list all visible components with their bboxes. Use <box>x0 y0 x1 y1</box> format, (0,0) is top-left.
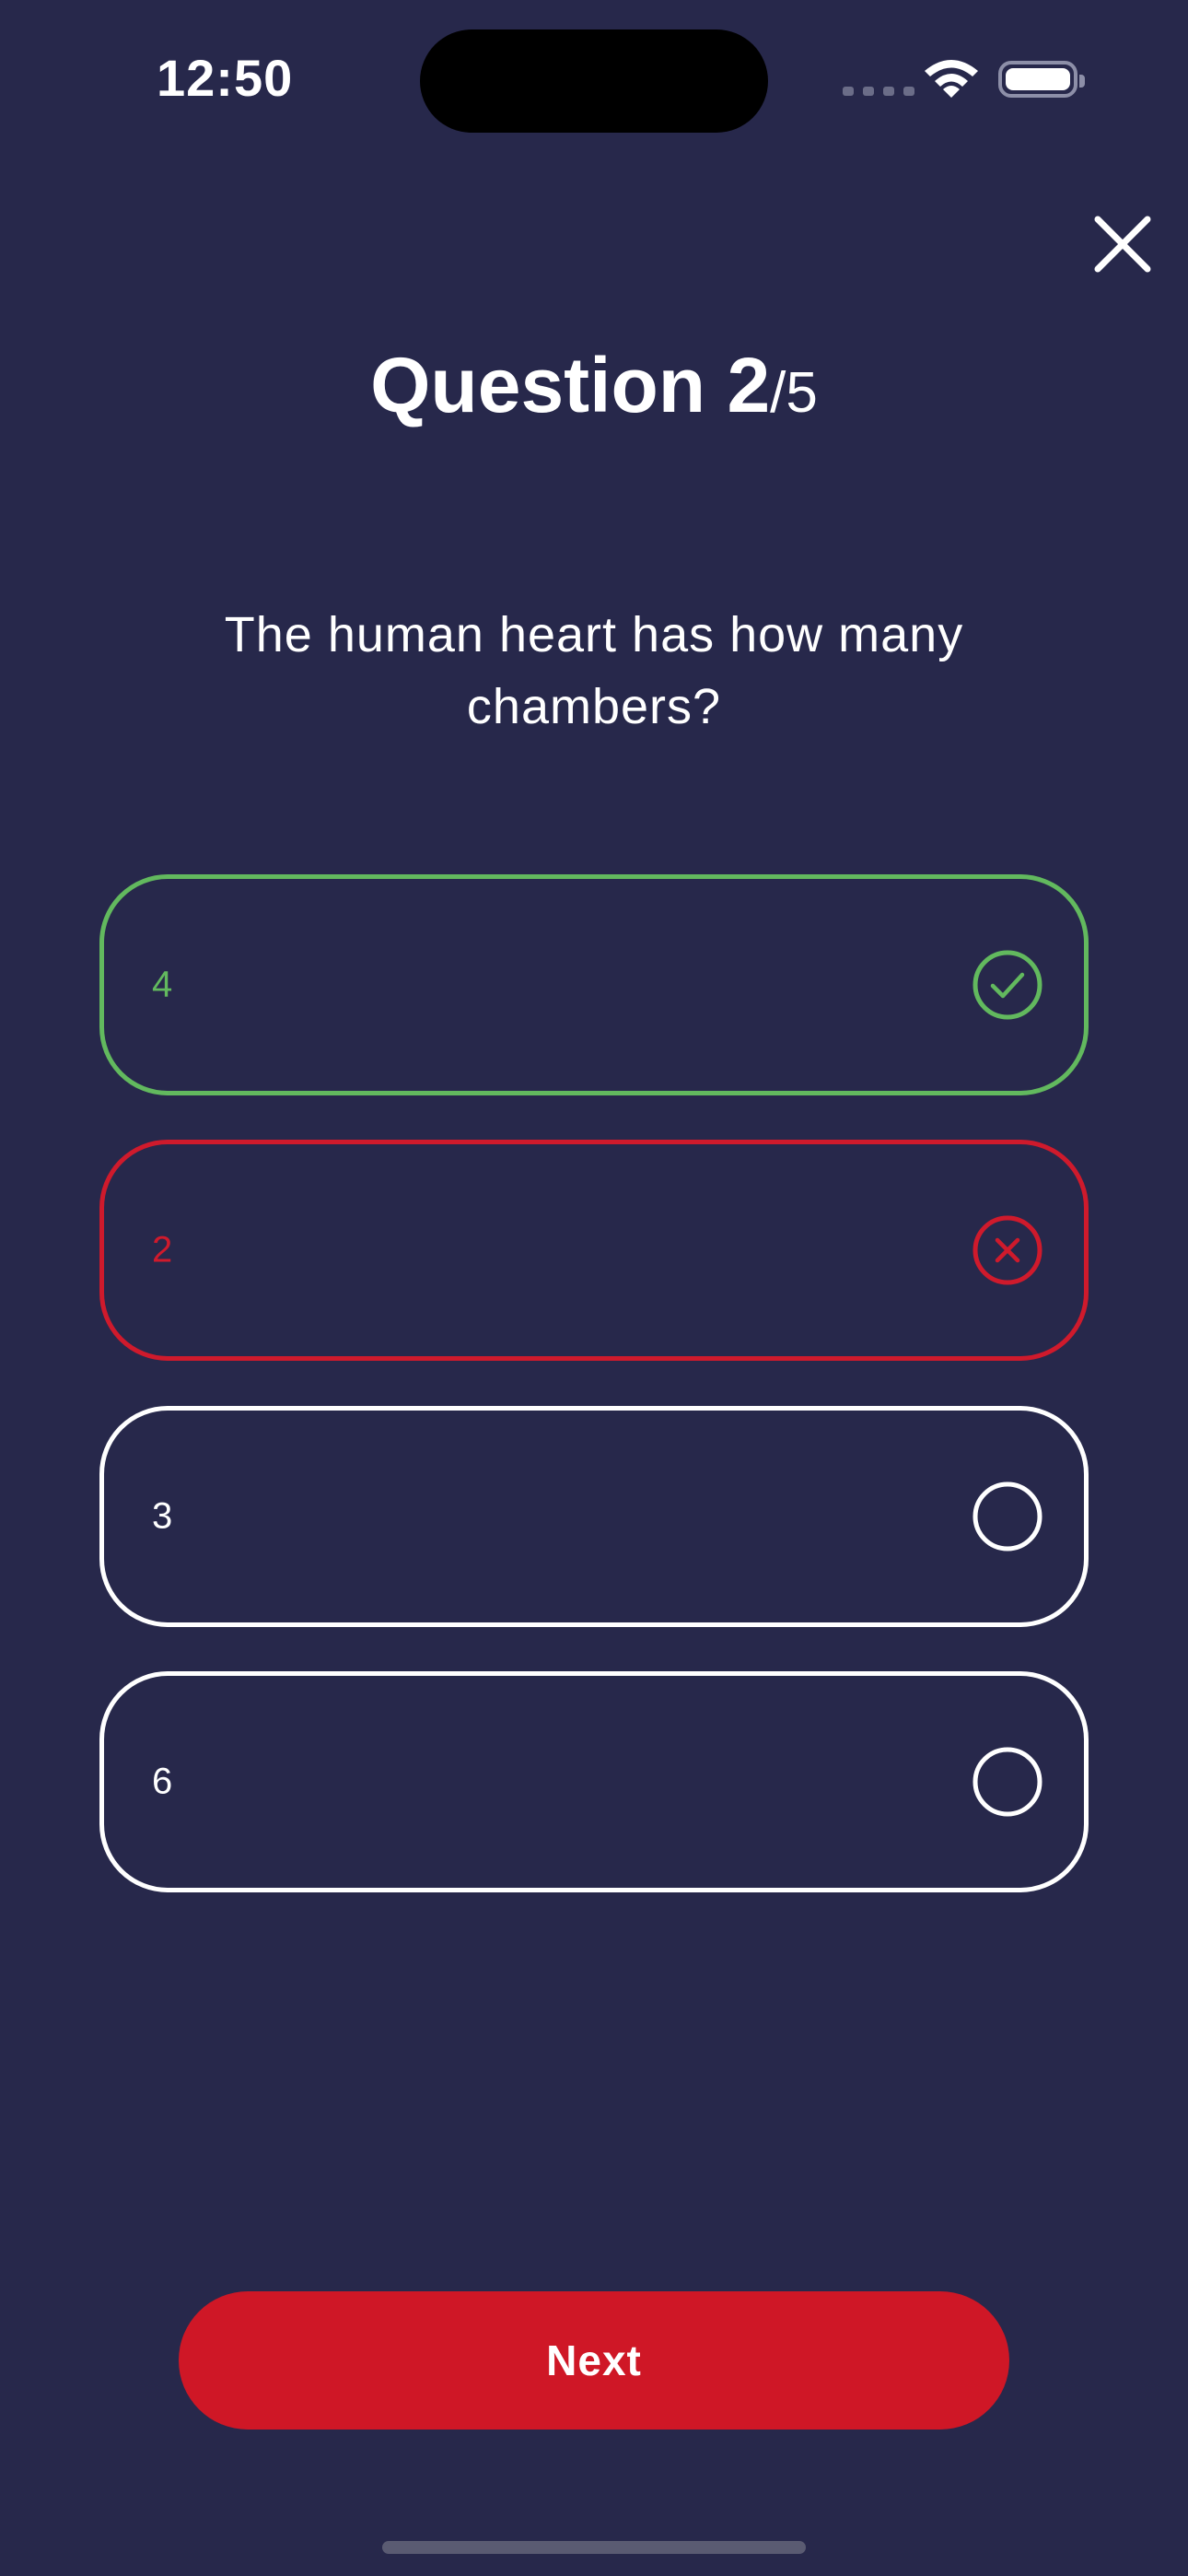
answer-label: 4 <box>152 964 173 1005</box>
empty-circle-icon <box>973 1481 1042 1551</box>
answer-label: 6 <box>152 1761 173 1802</box>
question-current-number: 2 <box>727 342 771 428</box>
question-total: /5 <box>770 361 818 425</box>
wifi-icon <box>925 60 978 98</box>
answer-option[interactable]: 6 <box>99 1671 1089 1892</box>
close-icon[interactable] <box>1092 214 1153 275</box>
answer-label: 2 <box>152 1229 173 1270</box>
empty-circle-icon <box>973 1747 1042 1817</box>
answer-label: 3 <box>152 1495 173 1537</box>
x-circle-icon <box>973 1215 1042 1285</box>
answer-option[interactable]: 3 <box>99 1406 1089 1627</box>
question-counter: Question 2/5 <box>0 341 1188 430</box>
question-text: The human heart has how many chambers? <box>224 607 964 734</box>
check-circle-icon <box>973 950 1042 1020</box>
cellular-signal-icon <box>843 87 914 96</box>
status-time: 12:50 <box>157 49 294 107</box>
answer-option-correct[interactable]: 4 <box>99 874 1089 1095</box>
answer-option-wrong[interactable]: 2 <box>99 1140 1089 1361</box>
home-indicator[interactable] <box>382 2541 806 2554</box>
dynamic-island <box>420 29 768 133</box>
battery-icon <box>998 61 1085 98</box>
next-button[interactable]: Next <box>179 2291 1009 2430</box>
question-counter-label: Question 2 <box>370 342 770 428</box>
question-title-prefix: Question <box>370 342 728 428</box>
